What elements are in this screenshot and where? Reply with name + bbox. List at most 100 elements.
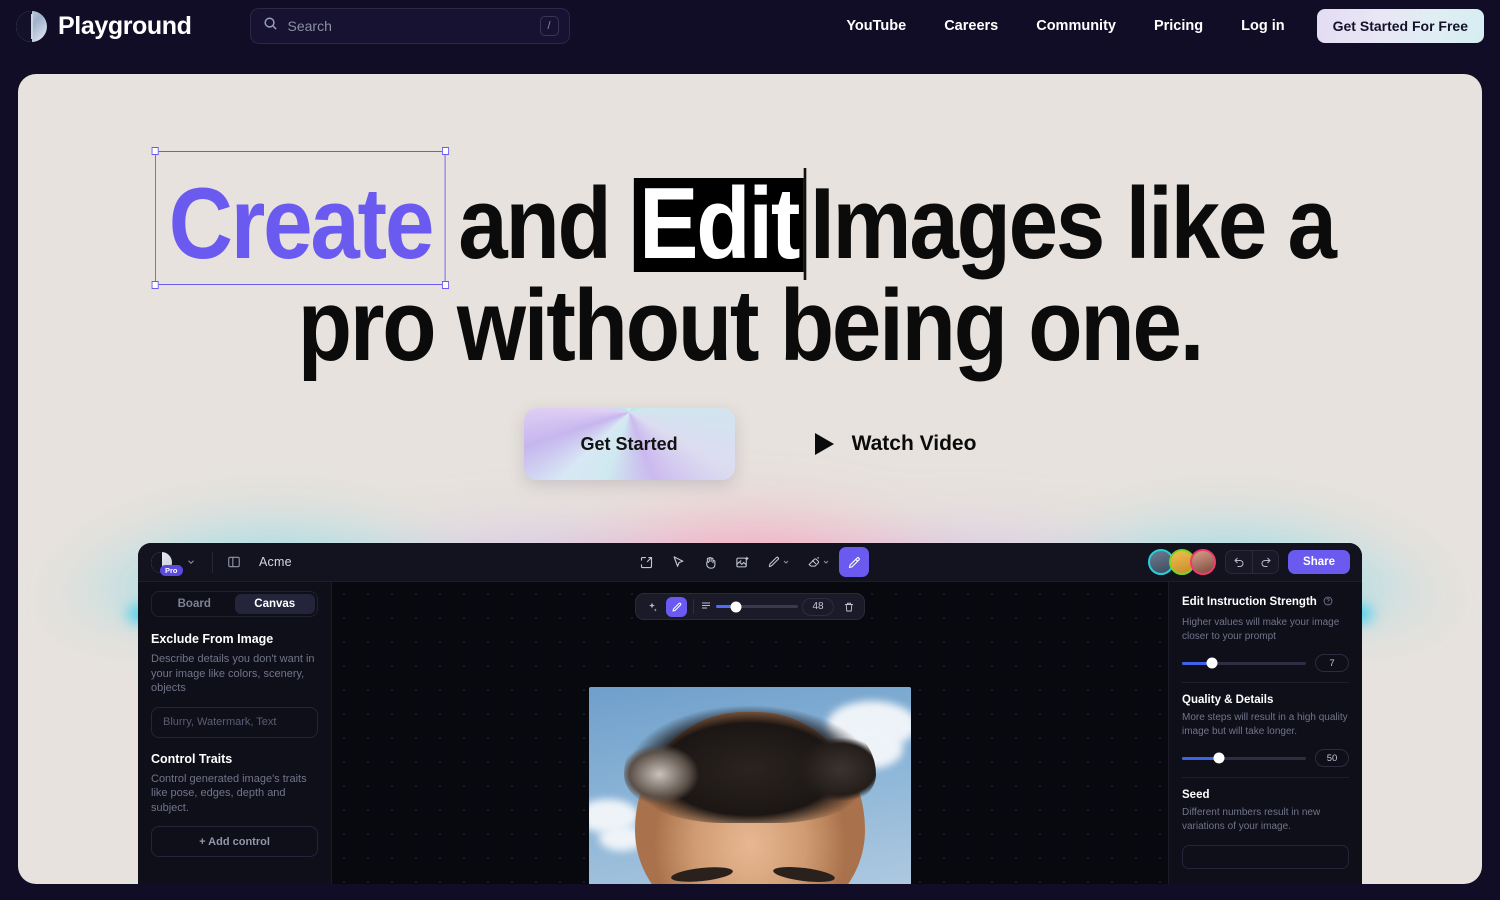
quality-value: 50	[1315, 749, 1349, 768]
section-description: Describe details you don't want in your …	[151, 653, 315, 695]
pro-badge: Pro	[160, 565, 183, 576]
section-header: Seed	[1182, 789, 1349, 801]
section-header: Quality & Details	[1182, 694, 1349, 706]
section-description: Different numbers result in new variatio…	[1182, 807, 1321, 832]
watch-video-button[interactable]: Watch Video	[814, 432, 977, 456]
strength-slider-row: 7	[1182, 654, 1349, 673]
panel-toggle-icon[interactable]	[221, 549, 247, 575]
canvas-tools	[631, 543, 869, 582]
get-started-label: Get Started	[580, 433, 678, 454]
headline-word-and: and	[458, 168, 612, 280]
divider	[1182, 777, 1349, 779]
brush-size-slider[interactable]	[716, 601, 798, 612]
page-title: Create and Edit Images like a pro without…	[106, 147, 1394, 382]
section-title: Control Traits	[151, 751, 233, 766]
quality-slider-row: 50	[1182, 749, 1349, 768]
nav-link-login[interactable]: Log in	[1222, 0, 1304, 52]
selection-handle-top-left[interactable]	[151, 147, 160, 155]
brush-toolbar: 48	[635, 593, 865, 620]
undo-icon[interactable]	[1226, 551, 1253, 573]
exclude-input[interactable]	[151, 706, 318, 738]
edit-instruction-strength-section: Edit Instruction Strength Higher values …	[1182, 593, 1349, 673]
strength-slider[interactable]	[1182, 657, 1306, 669]
brand-name: Playground	[58, 11, 192, 40]
seed-section: Seed Different numbers result in new var…	[1182, 789, 1349, 869]
app-window-preview: Pro Acme Share Board Canvas Exclude From…	[138, 543, 1362, 884]
canvas-artwork[interactable]	[589, 687, 911, 884]
lines-icon[interactable]	[700, 598, 712, 616]
text-caret	[803, 168, 807, 280]
right-sidebar: Edit Instruction Strength Higher values …	[1168, 582, 1362, 884]
playground-logo-icon: Pro	[151, 551, 183, 576]
quality-details-section: Quality & Details More steps will result…	[1182, 694, 1349, 768]
slider-thumb[interactable]	[1213, 752, 1225, 764]
tab-board[interactable]: Board	[154, 594, 235, 614]
nav-link-youtube[interactable]: YouTube	[827, 0, 925, 52]
sparkle-icon[interactable]	[641, 597, 662, 617]
hand-icon[interactable]	[695, 547, 725, 577]
divider	[212, 551, 213, 573]
divider	[693, 599, 694, 614]
app-workspace-switcher[interactable]: Pro	[138, 549, 204, 576]
pencil-icon[interactable]	[759, 547, 797, 577]
get-started-button[interactable]: Get Started	[523, 408, 735, 480]
canvas-area[interactable]: 48	[332, 582, 1168, 884]
undo-redo-group	[1225, 550, 1280, 574]
redo-icon[interactable]	[1252, 551, 1279, 573]
nav-link-careers[interactable]: Careers	[925, 0, 1017, 52]
eraser-icon[interactable]	[799, 547, 837, 577]
search-icon	[263, 16, 278, 36]
share-button[interactable]: Share	[1288, 550, 1350, 574]
help-circle-icon[interactable]	[1323, 593, 1333, 611]
nav-links: YouTube Careers Community Pricing Log in…	[827, 0, 1500, 52]
play-icon	[814, 433, 834, 455]
quality-slider[interactable]	[1182, 752, 1306, 764]
collaborator-avatars	[1148, 549, 1217, 575]
project-name[interactable]: Acme	[247, 555, 292, 569]
section-description: Higher values will make your image close…	[1182, 617, 1340, 642]
selection-handle-top-right[interactable]	[441, 147, 449, 155]
section-header: Edit Instruction Strength	[1182, 593, 1349, 611]
headline-word-edit[interactable]: Edit	[633, 174, 804, 274]
nav-link-community[interactable]: Community	[1017, 0, 1135, 52]
export-icon[interactable]	[631, 547, 661, 577]
playground-logo-icon	[16, 10, 47, 42]
slider-thumb[interactable]	[730, 601, 742, 612]
add-image-icon[interactable]	[727, 547, 757, 577]
add-control-button[interactable]: + Add control	[151, 826, 318, 858]
slider-thumb[interactable]	[1206, 657, 1218, 669]
cursor-icon[interactable]	[663, 547, 693, 577]
board-canvas-tabs: Board Canvas	[151, 591, 318, 617]
hero-section: Create and Edit Images like a pro without…	[18, 74, 1482, 884]
avatar[interactable]	[1190, 549, 1217, 575]
hero-cta-row: Get Started Watch Video	[18, 408, 1482, 480]
strength-value: 7	[1315, 654, 1349, 673]
search-box[interactable]: /	[249, 8, 570, 44]
search-shortcut-key: /	[539, 16, 559, 36]
tab-canvas[interactable]: Canvas	[234, 594, 315, 614]
headline-line-2: pro without being one.	[297, 270, 1205, 382]
magic-brush-icon[interactable]	[839, 547, 869, 577]
headline-rest: Images like a	[810, 168, 1337, 280]
app-body: Board Canvas Exclude From Image Describe…	[138, 582, 1362, 884]
section-description: Control generated image's traits like po…	[151, 772, 307, 814]
app-toolbar: Pro Acme Share	[138, 543, 1362, 582]
brush-icon[interactable]	[666, 596, 687, 617]
brand[interactable]: Playground	[16, 10, 192, 42]
nav-link-pricing[interactable]: Pricing	[1135, 0, 1222, 52]
app-toolbar-right: Share	[1148, 549, 1362, 575]
section-title: Seed	[1182, 789, 1210, 802]
watch-video-label: Watch Video	[851, 432, 977, 455]
control-traits-section: Control Traits Control generated image's…	[151, 752, 318, 858]
divider	[1182, 682, 1349, 684]
trash-icon[interactable]	[838, 597, 859, 617]
exclude-from-image-section: Exclude From Image Describe details you …	[151, 632, 318, 738]
eyebrow	[670, 864, 734, 884]
headline-word-create[interactable]: Create	[151, 147, 449, 289]
left-sidebar: Board Canvas Exclude From Image Describe…	[138, 582, 332, 884]
seed-input[interactable]	[1182, 844, 1349, 869]
get-started-free-button[interactable]: Get Started For Free	[1316, 9, 1484, 43]
search-input[interactable]	[287, 18, 530, 34]
headline-line-1: Create and Edit Images like a	[106, 147, 1394, 289]
